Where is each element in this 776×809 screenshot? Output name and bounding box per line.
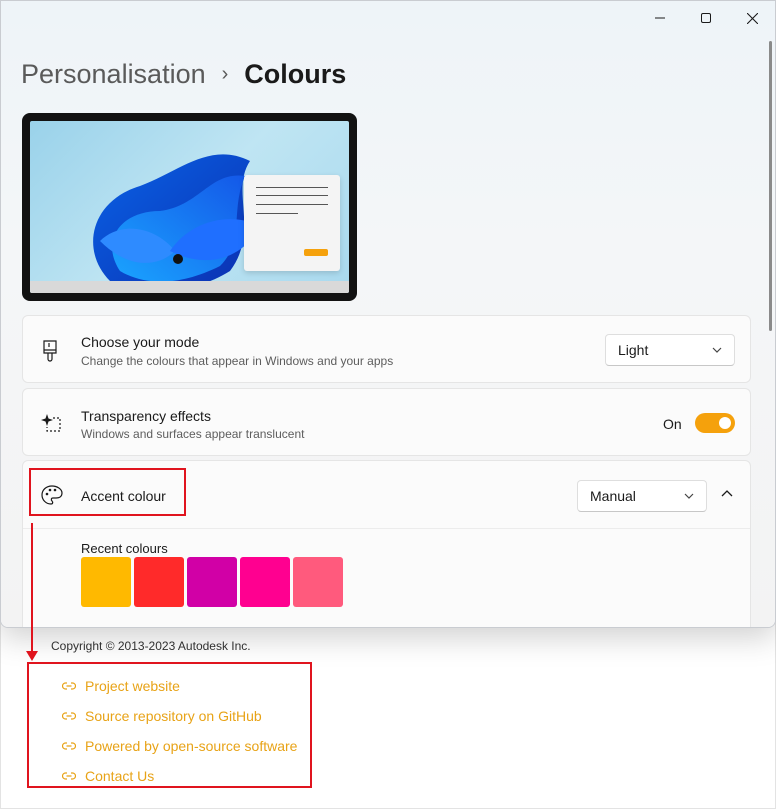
collapse-button[interactable]	[713, 481, 741, 509]
transparency-toggle[interactable]	[695, 413, 735, 433]
settings-window: Personalisation › Colours Choose your mo…	[0, 0, 776, 628]
mode-subtitle: Change the colours that appear in Window…	[81, 354, 394, 368]
colour-swatch[interactable]	[240, 557, 290, 607]
annotation-arrow-head	[26, 651, 38, 661]
preview-desktop	[30, 121, 349, 293]
accent-dropdown-value: Manual	[590, 488, 636, 504]
copyright-text: Copyright © 2013-2023 Autodesk Inc.	[51, 639, 251, 653]
bloom-wallpaper-image	[93, 154, 260, 291]
breadcrumb-separator: ›	[221, 63, 229, 85]
recent-colours-label: Recent colours	[81, 541, 168, 556]
colour-swatch[interactable]	[81, 557, 131, 607]
scrollbar[interactable]	[769, 41, 772, 331]
theme-preview	[22, 113, 357, 301]
breadcrumb-parent[interactable]: Personalisation	[21, 59, 206, 90]
highlight-box-accent	[29, 468, 186, 516]
annotation-arrow	[31, 523, 33, 653]
colour-swatch[interactable]	[293, 557, 343, 607]
highlight-box-links	[27, 662, 312, 788]
screen: Copyright © 2013-2023 Autodesk Inc. Proj…	[0, 0, 776, 809]
transparency-subtitle: Windows and surfaces appear translucent	[81, 427, 305, 441]
chevron-down-icon	[712, 343, 722, 360]
transparency-title: Transparency effects	[81, 408, 211, 424]
preview-line	[256, 213, 298, 214]
breadcrumb: Personalisation › Colours	[21, 59, 346, 90]
maximize-button[interactable]	[683, 1, 729, 35]
accent-dropdown[interactable]: Manual	[577, 480, 707, 512]
toggle-knob	[719, 417, 731, 429]
minimize-button[interactable]	[637, 1, 683, 35]
transparency-state-label: On	[663, 416, 682, 432]
transparency-card: Transparency effects Windows and surface…	[22, 388, 751, 456]
colour-swatch[interactable]	[187, 557, 237, 607]
chevron-up-icon	[721, 486, 733, 504]
caption-buttons	[637, 1, 775, 35]
preview-line	[256, 195, 328, 196]
preview-taskbar	[30, 281, 349, 293]
preview-line	[256, 187, 328, 188]
preview-line	[256, 204, 328, 205]
mode-dropdown-value: Light	[618, 342, 649, 358]
preview-window	[244, 175, 340, 271]
mode-title: Choose your mode	[81, 334, 200, 350]
mode-card: Choose your mode Change the colours that…	[22, 315, 751, 383]
chevron-down-icon	[684, 489, 694, 506]
paintbrush-icon	[41, 340, 59, 367]
close-button[interactable]	[729, 1, 775, 35]
preview-accent-button	[304, 249, 328, 256]
sparkle-icon	[41, 413, 63, 438]
colour-swatch[interactable]	[134, 557, 184, 607]
mode-dropdown[interactable]: Light	[605, 334, 735, 366]
recent-colours-swatches	[81, 557, 346, 607]
page-title: Colours	[244, 59, 347, 89]
